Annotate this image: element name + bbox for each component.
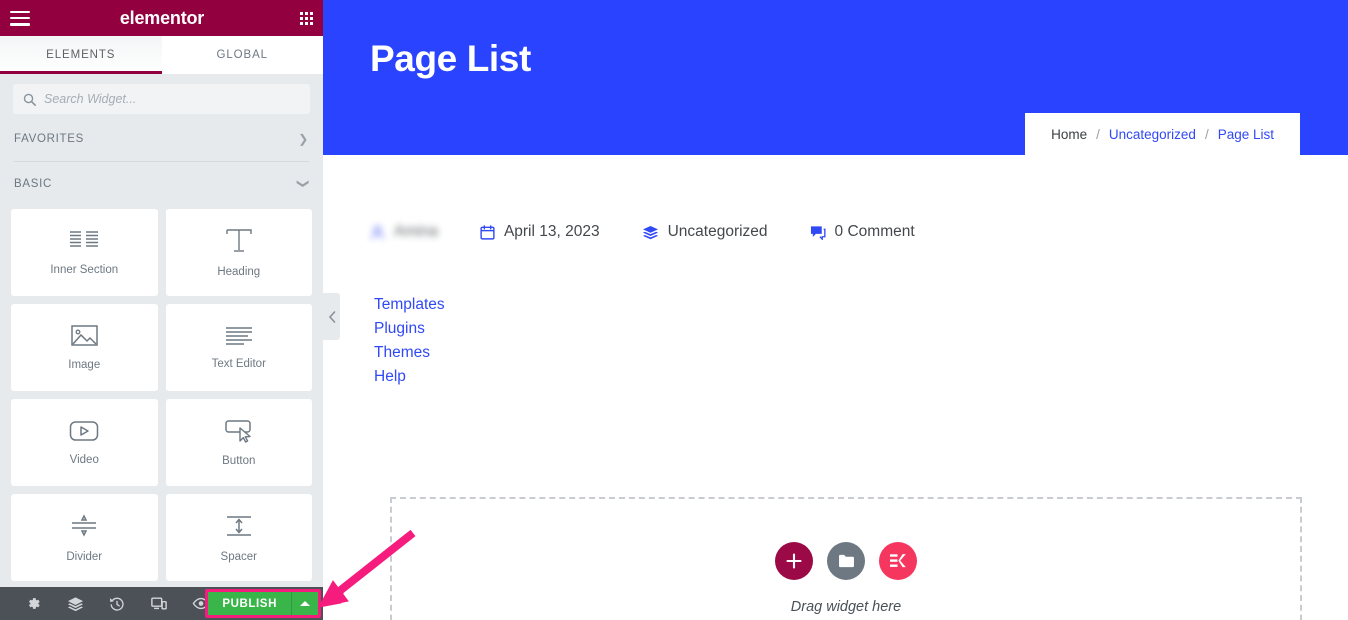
- page-canvas: Page List Home / Uncategorized / Page Li…: [323, 0, 1348, 620]
- widget-label: Divider: [66, 550, 103, 563]
- widget-image[interactable]: Image: [11, 304, 158, 391]
- text-editor-icon: [225, 326, 252, 345]
- category-favorites[interactable]: FAVORITES ❯: [0, 122, 323, 156]
- widget-grid: Inner Section Heading Image Text Editor …: [0, 201, 323, 581]
- publish-button-group: PUBLISH: [205, 589, 321, 618]
- link-plugins[interactable]: Plugins: [374, 320, 425, 338]
- widget-inner-section[interactable]: Inner Section: [11, 209, 158, 296]
- hero-banner: Page List Home / Uncategorized / Page Li…: [323, 0, 1348, 155]
- chevron-down-icon: ❯: [296, 178, 311, 190]
- navigator-layers-icon[interactable]: [54, 587, 96, 620]
- widget-label: Image: [68, 359, 101, 371]
- publish-options-button[interactable]: [292, 592, 318, 615]
- breadcrumb-item-page-list[interactable]: Page List: [1218, 127, 1274, 142]
- elementor-logo-icon: [890, 554, 906, 568]
- grid-apps-icon[interactable]: [300, 11, 313, 25]
- elementor-logo-text: elementor: [119, 7, 205, 28]
- breadcrumb-item-home: Home: [1051, 126, 1088, 142]
- widget-label: Text Editor: [211, 357, 266, 370]
- tab-global[interactable]: GLOBAL: [161, 36, 323, 74]
- page-title: Page List: [370, 38, 531, 79]
- widget-label: Heading: [217, 265, 261, 278]
- meta-date-label: April 13, 2023: [503, 223, 600, 240]
- category-favorites-label: FAVORITES: [14, 133, 84, 145]
- widget-spacer[interactable]: Spacer: [165, 494, 312, 581]
- search-icon: [23, 93, 36, 106]
- category-stack-icon: [642, 225, 658, 239]
- elementor-editor: elementor ELEMENTS GLOBAL FAVORITES: [0, 0, 1348, 620]
- post-meta-row: Amina April 13, 2023 Uncategorized 0 Com…: [323, 155, 1348, 241]
- panel-search-area: [0, 74, 323, 122]
- search-input[interactable]: [44, 92, 300, 106]
- author-user-icon: [371, 225, 384, 239]
- caret-up-icon: [300, 601, 310, 606]
- widget-label: Inner Section: [50, 263, 119, 276]
- history-clock-icon[interactable]: [96, 587, 138, 620]
- breadcrumb-separator: /: [1204, 126, 1209, 142]
- link-help[interactable]: Help: [374, 368, 406, 386]
- meta-category-label: Uncategorized: [667, 223, 768, 240]
- page-link-list: Templates Plugins Themes Help: [323, 241, 1348, 386]
- breadcrumb-item-uncategorized[interactable]: Uncategorized: [1109, 127, 1196, 142]
- meta-date: April 13, 2023: [480, 223, 600, 241]
- widget-label: Spacer: [220, 550, 257, 563]
- responsive-mode-icon[interactable]: [138, 587, 180, 620]
- add-template-button[interactable]: [827, 542, 865, 580]
- settings-gear-icon[interactable]: [12, 587, 54, 620]
- inner-section-icon: [70, 230, 99, 247]
- widget-text-editor[interactable]: Text Editor: [165, 304, 312, 391]
- meta-comments-label: 0 Comment: [834, 223, 915, 240]
- meta-author-label: Amina: [394, 223, 438, 240]
- chevron-left-icon: [328, 310, 335, 323]
- dropzone-buttons: [775, 542, 917, 580]
- category-basic[interactable]: BASIC ❯: [0, 167, 323, 201]
- spacer-icon: [226, 515, 251, 536]
- chevron-right-icon: ❯: [298, 132, 309, 146]
- panel-header: elementor: [0, 0, 323, 36]
- divider-icon: [72, 513, 97, 537]
- elementor-panel: elementor ELEMENTS GLOBAL FAVORITES: [0, 0, 323, 620]
- publish-button[interactable]: PUBLISH: [208, 592, 292, 615]
- search-widget-box[interactable]: [13, 84, 310, 114]
- dropzone-text: Drag widget here: [790, 599, 902, 615]
- meta-author: Amina: [370, 223, 438, 241]
- calendar-icon: [480, 224, 495, 240]
- tab-elements[interactable]: ELEMENTS: [0, 36, 162, 74]
- add-section-button[interactable]: [775, 542, 813, 580]
- panel-footer-toolbar: PUBLISH: [0, 587, 323, 620]
- image-icon: [71, 325, 98, 346]
- link-themes[interactable]: Themes: [374, 344, 430, 362]
- elementor-ai-button[interactable]: [879, 542, 917, 580]
- category-basic-label: BASIC: [14, 178, 53, 190]
- heading-t-icon: [226, 228, 252, 252]
- widget-label: Video: [69, 453, 99, 466]
- folder-icon: [838, 554, 854, 568]
- panel-tabs: ELEMENTS GLOBAL: [0, 36, 323, 74]
- widget-heading[interactable]: Heading: [165, 209, 312, 296]
- category-divider: [14, 161, 309, 162]
- widget-dropzone[interactable]: Drag widget here: [390, 497, 1302, 620]
- widget-divider[interactable]: Divider: [11, 494, 158, 581]
- widget-panel-scroll: FAVORITES ❯ BASIC ❯ Inner Section Headin…: [0, 122, 323, 620]
- breadcrumb: Home / Uncategorized / Page List: [1025, 113, 1300, 155]
- panel-collapse-handle[interactable]: [323, 293, 340, 340]
- widget-label: Button: [222, 454, 256, 467]
- widget-button[interactable]: Button: [165, 399, 312, 486]
- widget-video[interactable]: Video: [11, 399, 158, 486]
- button-cursor-icon: [225, 419, 251, 443]
- meta-category: Uncategorized: [642, 223, 768, 241]
- breadcrumb-separator: /: [1096, 126, 1100, 142]
- plus-icon: [786, 553, 802, 569]
- meta-comments: 0 Comment: [810, 223, 915, 241]
- comment-icon: [810, 225, 826, 240]
- video-play-icon: [70, 420, 99, 441]
- link-templates[interactable]: Templates: [374, 296, 445, 314]
